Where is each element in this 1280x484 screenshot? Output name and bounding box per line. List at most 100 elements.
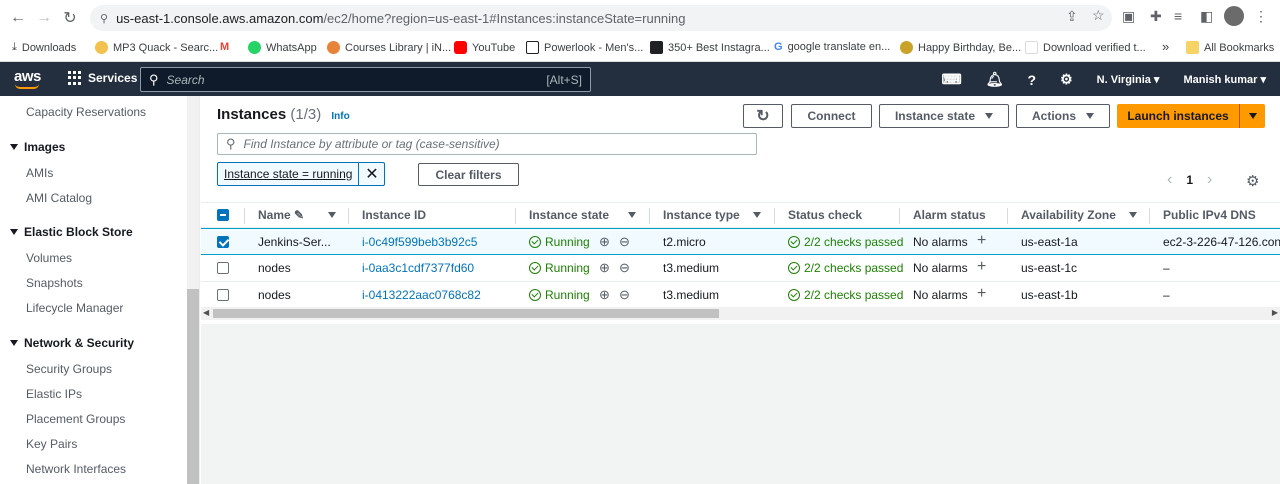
sidebar-item-placement-groups[interactable]: Placement Groups [26, 412, 125, 426]
side-panel-icon[interactable]: ◧ [1200, 8, 1213, 25]
bookmark-mp3quack[interactable]: MP3 Quack - Searc... [95, 41, 218, 54]
column-header-instance-state[interactable]: Instance state [529, 208, 609, 222]
sidebar-scrollbar[interactable] [187, 96, 199, 484]
actions-dropdown[interactable]: Actions [1016, 104, 1110, 128]
puzzle-icon[interactable]: ✚ [1150, 8, 1162, 25]
sidebar-item-security-groups[interactable]: Security Groups [26, 362, 112, 376]
row-checkbox[interactable] [217, 289, 229, 301]
sort-caret-icon[interactable] [753, 212, 761, 218]
bookmarks-overflow-button[interactable]: » [1162, 39, 1169, 54]
sort-caret-icon[interactable] [628, 212, 636, 218]
bookmark-whatsapp[interactable]: WhatsApp [248, 41, 317, 54]
bookmark-instagram[interactable]: 350+ Best Instagra... [650, 41, 770, 54]
instance-id-link[interactable]: i-0413222aac0768c82 [362, 288, 481, 302]
table-row[interactable]: nodes i-0413222aac0768c82 Running ⊕ ⊖ t3… [201, 282, 1280, 309]
sidebar-scroll-thumb[interactable] [187, 289, 199, 484]
zoom-out-icon[interactable]: ⊖ [619, 260, 630, 276]
table-horizontal-scrollbar[interactable]: ◀ ▶ [201, 307, 1280, 320]
services-menu-button[interactable]: Services [68, 71, 137, 85]
instance-filter-input[interactable]: ⚲ Find Instance by attribute or tag (cas… [217, 133, 757, 155]
connect-button[interactable]: Connect [791, 104, 872, 128]
add-alarm-plus-icon[interactable]: + [977, 232, 986, 250]
zoom-out-icon[interactable]: ⊖ [619, 234, 630, 250]
column-header-public-ipv4-dns[interactable]: Public IPv4 DNS [1163, 208, 1256, 222]
clear-filters-button[interactable]: Clear filters [418, 163, 519, 186]
column-header-availability-zone[interactable]: Availability Zone [1021, 208, 1116, 222]
zoom-in-icon[interactable]: ⊕ [599, 287, 610, 303]
sidebar-item-ami-catalog[interactable]: AMI Catalog [26, 191, 92, 205]
sidebar-item-lifecycle-manager[interactable]: Lifecycle Manager [26, 301, 123, 315]
all-bookmarks[interactable]: All Bookmarks [1186, 41, 1274, 54]
table-row[interactable]: nodes i-0aa3c1cdf7377fd60 Running ⊕ ⊖ t3… [201, 255, 1280, 282]
column-header-instance-id[interactable]: Instance ID [362, 208, 426, 222]
select-all-checkbox[interactable] [217, 209, 229, 221]
cloudshell-icon[interactable]: ⌨ [942, 71, 962, 88]
extension-icon[interactable]: ▣ [1122, 8, 1135, 25]
table-preferences-gear-icon[interactable]: ⚙ [1246, 172, 1259, 190]
page-number[interactable]: 1 [1186, 173, 1193, 187]
sidebar-item-key-pairs[interactable]: Key Pairs [26, 437, 77, 451]
account-menu[interactable]: Manish kumar ▾ [1183, 73, 1266, 86]
sort-caret-icon[interactable] [1129, 212, 1137, 218]
remove-filter-close-icon[interactable]: ✕ [358, 163, 384, 185]
refresh-button[interactable]: ↻ [743, 104, 783, 128]
zoom-in-icon[interactable]: ⊕ [599, 260, 610, 276]
sidebar-item-network-interfaces[interactable]: Network Interfaces [26, 462, 126, 476]
sidebar-section-images[interactable]: Images [10, 140, 65, 154]
scroll-left-arrow-icon[interactable]: ◀ [203, 308, 209, 317]
bookmark-youtube[interactable]: YouTube [454, 41, 515, 54]
sidebar-item-elastic-ips[interactable]: Elastic IPs [26, 387, 82, 401]
notifications-bell-icon[interactable]: 🔔︎ [986, 71, 1004, 88]
sidebar-item-snapshots[interactable]: Snapshots [26, 276, 83, 290]
sidebar-item-amis[interactable]: AMIs [26, 166, 53, 180]
bookmark-download-verified[interactable]: Download verified t... [1025, 41, 1146, 54]
menu-icon[interactable]: ⋮ [1254, 8, 1268, 25]
zoom-out-icon[interactable]: ⊖ [619, 287, 630, 303]
forward-arrow-icon[interactable]: → [32, 6, 56, 30]
row-checkbox[interactable] [217, 236, 229, 248]
launch-options-dropdown[interactable] [1239, 104, 1265, 128]
address-bar[interactable]: ⚲ us-east-1.console.aws.amazon.com/ec2/h… [90, 5, 1112, 31]
instance-id-link[interactable]: i-0c49f599beb3b92c5 [362, 235, 477, 249]
aws-search-input[interactable]: ⚲ Search [Alt+S] [140, 67, 591, 92]
next-page-icon[interactable]: › [1207, 171, 1212, 189]
launch-instances-button[interactable]: Launch instances [1117, 104, 1239, 128]
table-scroll-thumb[interactable] [213, 309, 719, 318]
table-row[interactable]: Jenkins-Ser... i-0c49f599beb3b92c5 Runni… [201, 228, 1280, 255]
row-checkbox[interactable] [217, 262, 229, 274]
bookmark-star-icon[interactable]: ☆ [1092, 7, 1105, 24]
column-header-instance-type[interactable]: Instance type [663, 208, 740, 222]
column-header-name[interactable]: Name ✎ [258, 208, 304, 222]
help-icon[interactable]: ? [1028, 72, 1037, 88]
bookmark-birthday[interactable]: Happy Birthday, Be... [900, 41, 1021, 54]
sidebar-item-volumes[interactable]: Volumes [26, 251, 72, 265]
sort-caret-icon[interactable] [328, 212, 336, 218]
profile-avatar[interactable] [1224, 6, 1244, 26]
back-arrow-icon[interactable]: ← [6, 6, 30, 30]
reload-icon[interactable]: ↻ [58, 6, 82, 30]
instance-state-dropdown[interactable]: Instance state [879, 104, 1009, 128]
column-header-alarm-status[interactable]: Alarm status [913, 208, 986, 222]
add-alarm-plus-icon[interactable]: + [977, 285, 986, 303]
info-link[interactable]: Info [331, 111, 349, 122]
bookmark-courses[interactable]: Courses Library | iN... [327, 41, 451, 54]
filter-token-label[interactable]: Instance state = running [218, 167, 358, 181]
bookmark-gmail[interactable]: M [220, 41, 229, 53]
settings-gear-icon[interactable]: ⚙ [1060, 71, 1073, 88]
region-selector[interactable]: N. Virginia ▾ [1097, 73, 1160, 86]
sidebar-section-network-security[interactable]: Network & Security [10, 336, 134, 350]
reading-list-icon[interactable]: ≡ [1174, 8, 1182, 24]
sidebar-section-ebs[interactable]: Elastic Block Store [10, 225, 133, 239]
previous-page-icon[interactable]: ‹ [1167, 171, 1172, 189]
site-info-icon[interactable]: ⚲ [100, 12, 108, 25]
scroll-right-arrow-icon[interactable]: ▶ [1272, 308, 1278, 317]
zoom-in-icon[interactable]: ⊕ [599, 234, 610, 250]
bookmark-downloads[interactable]: ⤓ Downloads [12, 41, 76, 54]
sidebar-item-capacity-reservations[interactable]: Capacity Reservations [26, 105, 146, 119]
column-header-status-check[interactable]: Status check [788, 208, 862, 222]
add-alarm-plus-icon[interactable]: + [977, 258, 986, 276]
share-icon[interactable]: ⇪ [1066, 8, 1078, 25]
bookmark-google-translate[interactable]: Ggoogle translate en... [774, 41, 890, 53]
aws-logo[interactable]: aws [14, 68, 41, 89]
instance-id-link[interactable]: i-0aa3c1cdf7377fd60 [362, 261, 474, 275]
